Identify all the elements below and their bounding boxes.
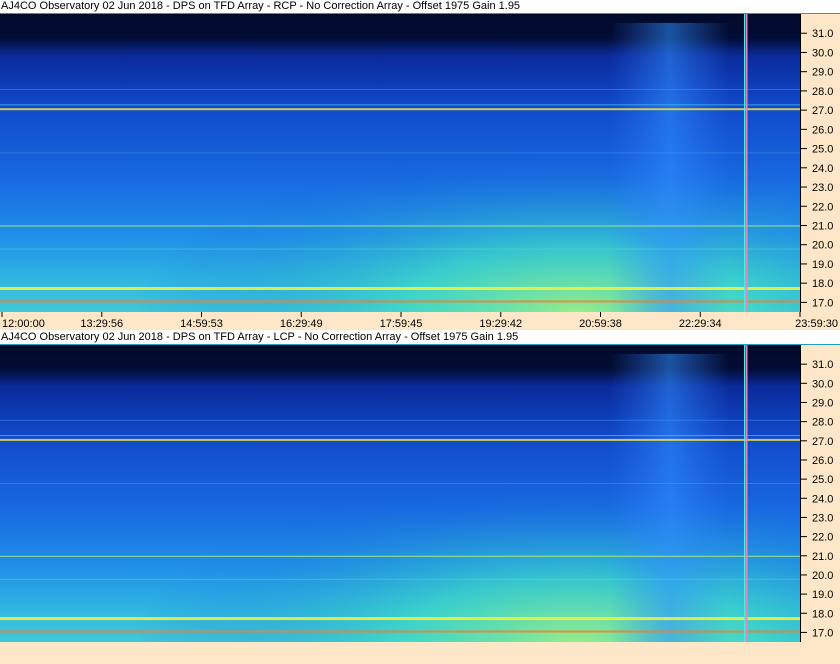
interference-band xyxy=(0,225,800,227)
interference-band xyxy=(0,108,800,111)
y-tick-label: 29.0 xyxy=(812,397,833,409)
x-tick-label: 20:59:38 xyxy=(579,318,622,330)
spectrogram-canvas xyxy=(0,345,800,642)
y-tick-label: 25.0 xyxy=(812,474,833,486)
x-axis-svg: 12:00:00 13:29:56 14:59:53 16:29:49 17:59:45… xyxy=(1,312,838,330)
y-tick-label: 20.0 xyxy=(812,240,833,252)
y-tick-label: 26.0 xyxy=(812,124,833,136)
y-tick-label: 20.0 xyxy=(812,570,833,582)
interference-band xyxy=(0,482,800,484)
interference-band xyxy=(0,88,800,90)
spectrogram-lcp xyxy=(0,345,800,642)
y-tick-label: 19.0 xyxy=(812,589,833,601)
interference-band xyxy=(0,630,800,633)
x-tick-label: 13:29:56 xyxy=(80,318,123,330)
y-tick-label: 24.0 xyxy=(812,493,833,505)
y-tick-label: 22.0 xyxy=(812,201,833,213)
y-tick-label: 17.0 xyxy=(812,297,833,309)
y-tick-label: 29.0 xyxy=(812,67,833,79)
frequency-axis-rcp: 31.0 30.0 29.0 28.0 27.0 26.0 25.0 24.0 23.0 22.0… xyxy=(800,14,840,312)
x-tick-label: 14:59:53 xyxy=(180,318,223,330)
marker-line xyxy=(744,345,746,642)
interference-band xyxy=(0,435,800,437)
x-tick-label: 16:29:49 xyxy=(280,318,323,330)
y-axis-svg: 31.0 30.0 29.0 28.0 27.0 26.0 25.0 24.0 23.0 22.0… xyxy=(801,359,833,639)
spectrogram-rcp xyxy=(0,14,800,312)
interference-band xyxy=(0,287,800,291)
y-tick-label: 30.0 xyxy=(812,47,833,59)
y-tick-label: 23.0 xyxy=(812,512,833,524)
y-tick-label: 23.0 xyxy=(812,182,833,194)
y-tick-label: 24.0 xyxy=(812,163,833,175)
y-axis-svg: 31.0 30.0 29.0 28.0 27.0 26.0 25.0 24.0 23.0 22.0… xyxy=(801,28,833,309)
y-tick-label: 28.0 xyxy=(812,86,833,98)
y-tick-label: 21.0 xyxy=(812,220,833,232)
interference-band xyxy=(0,248,800,250)
interference-band xyxy=(0,438,800,441)
y-tick-label: 31.0 xyxy=(812,359,833,371)
y-tick-label: 26.0 xyxy=(812,455,833,467)
x-tick-label: 12:00:00 xyxy=(2,318,45,330)
y-tick-label: 27.0 xyxy=(812,105,833,117)
spectrogram-canvas xyxy=(0,14,800,312)
x-tick-label: 23:59:30 xyxy=(795,318,838,330)
frequency-axis-lcp: 31.0 30.0 29.0 28.0 27.0 26.0 25.0 24.0 23.0 22.0… xyxy=(800,345,840,642)
x-tick-label: 17:59:45 xyxy=(380,318,423,330)
interference-band xyxy=(0,419,800,421)
y-tick-label: 25.0 xyxy=(812,144,833,156)
panel-title-rcp: AJ4CO Observatory 02 Jun 2018 - DPS on T… xyxy=(0,0,839,13)
y-tick-label: 28.0 xyxy=(812,417,833,429)
y-tick-label: 21.0 xyxy=(812,551,833,563)
interference-band xyxy=(0,578,800,580)
y-tick-label: 22.0 xyxy=(812,532,833,544)
interference-band xyxy=(0,300,800,303)
marker-line xyxy=(746,14,748,312)
y-tick-label: 27.0 xyxy=(812,436,833,448)
y-tick-label: 18.0 xyxy=(812,278,833,290)
x-tick-label: 22:29:34 xyxy=(679,318,722,330)
y-tick-label: 17.0 xyxy=(812,627,833,639)
interference-band xyxy=(0,617,800,621)
bottom-bar xyxy=(0,642,840,664)
y-tick-label: 19.0 xyxy=(812,259,833,271)
panel-title-lcp: AJ4CO Observatory 02 Jun 2018 - DPS on T… xyxy=(0,331,839,344)
interference-band xyxy=(0,152,800,154)
y-tick-label: 30.0 xyxy=(812,378,833,390)
interference-band xyxy=(0,555,800,557)
interference-band xyxy=(0,104,800,106)
time-axis: 12:00:00 13:29:56 14:59:53 16:29:49 17:59:45… xyxy=(0,312,840,330)
y-tick-label: 31.0 xyxy=(812,28,833,40)
x-tick-label: 19:29:42 xyxy=(479,318,522,330)
marker-line xyxy=(746,345,748,642)
marker-line xyxy=(744,14,746,312)
y-tick-label: 18.0 xyxy=(812,608,833,620)
